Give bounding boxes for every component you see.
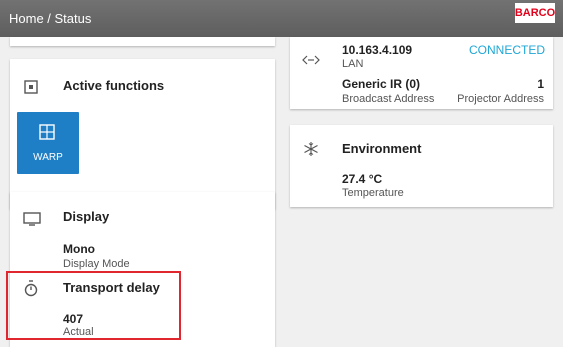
temperature-label: Temperature xyxy=(342,187,404,199)
status-content: Active functions WARP Display Mono Displ… xyxy=(0,37,563,347)
display-monitor-icon xyxy=(23,211,41,227)
warp-tile-label: WARP xyxy=(33,152,63,163)
environment-card: Environment 27.4 °C Temperature xyxy=(290,125,553,207)
active-functions-card: Active functions WARP xyxy=(10,59,275,209)
snowflake-icon xyxy=(302,140,320,158)
network-type-label: LAN xyxy=(342,58,364,70)
display-mode-value: Mono xyxy=(63,242,95,256)
network-ip-value: 10.163.4.109 xyxy=(342,43,413,57)
display-title: Display xyxy=(63,209,110,224)
network-arrows-icon xyxy=(301,54,321,66)
barco-logo: BARCO xyxy=(515,3,555,23)
projector-address-value: 1 xyxy=(537,77,544,91)
breadcrumb[interactable]: Home / Status xyxy=(9,11,91,26)
top-bar: Home / Status BARCO xyxy=(0,0,563,37)
warp-icon xyxy=(39,124,55,145)
left-top-card xyxy=(10,37,275,46)
projector-address-label: Projector Address xyxy=(457,93,544,105)
network-card: 10.163.4.109 CONNECTED LAN Generic IR (0… xyxy=(290,37,553,109)
ir-name-value: Generic IR (0) xyxy=(342,77,421,91)
transport-delay-highlight-box xyxy=(6,271,181,340)
display-mode-label: Display Mode xyxy=(63,258,130,270)
temperature-value: 27.4 °C xyxy=(342,172,383,186)
connection-status: CONNECTED xyxy=(468,43,545,57)
environment-title: Environment xyxy=(342,141,422,156)
ir-broadcast-label: Broadcast Address xyxy=(342,93,435,105)
active-functions-icon xyxy=(23,79,39,95)
warp-tile-button[interactable]: WARP xyxy=(17,112,79,174)
active-functions-title: Active functions xyxy=(63,78,165,93)
